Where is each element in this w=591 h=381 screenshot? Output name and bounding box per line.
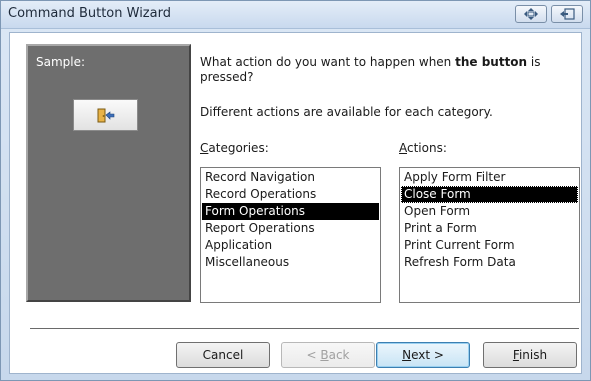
category-item[interactable]: Miscellaneous (202, 254, 379, 271)
action-item[interactable]: Print Current Form (401, 237, 578, 254)
actions-list[interactable]: Apply Form Filter Close Form Open Form P… (399, 167, 580, 303)
sample-button-preview (73, 99, 138, 131)
actions-label-rest: ctions: (407, 141, 447, 155)
wizard-window: Command Button Wizard Sample: What actio… (0, 0, 591, 381)
back-button-rest: ack (328, 348, 350, 362)
action-item[interactable]: Apply Form Filter (401, 169, 578, 186)
next-button-rest: ext > (411, 348, 444, 362)
sample-label: Sample: (36, 55, 86, 69)
button-separator (30, 328, 579, 329)
next-button[interactable]: Next > (376, 342, 470, 368)
category-item[interactable]: Record Operations (202, 186, 379, 203)
move-resize-icon (524, 8, 538, 20)
door-exit-icon (97, 108, 115, 123)
actions-label-key: A (399, 141, 407, 155)
prompt-text-start: What action do you want to happen when (200, 55, 456, 69)
prompt-text-bold: the button (455, 55, 528, 69)
cancel-button[interactable]: Cancel (176, 342, 270, 368)
action-item[interactable]: Refresh Form Data (401, 254, 578, 271)
actions-label: Actions: (399, 141, 447, 155)
back-button[interactable]: < Back (281, 342, 375, 368)
sample-panel: Sample: (26, 44, 191, 302)
wizard-client-area: Sample: What action do you want to happe… (9, 32, 582, 374)
resize-button[interactable] (515, 5, 547, 23)
action-item-selected[interactable]: Close Form (401, 186, 578, 203)
wizard-prompt: What action do you want to happen when t… (200, 55, 550, 85)
back-button-key: B (320, 348, 329, 362)
exit-button[interactable] (551, 5, 583, 23)
window-title: Command Button Wizard (8, 6, 171, 21)
category-item[interactable]: Application (202, 237, 379, 254)
exit-icon (560, 8, 575, 20)
category-item-selected[interactable]: Form Operations (202, 203, 379, 220)
title-bar[interactable]: Command Button Wizard (1, 1, 590, 29)
action-item[interactable]: Open Form (401, 203, 578, 220)
back-button-pre: < (306, 348, 321, 362)
categories-list[interactable]: Record Navigation Record Operations Form… (200, 167, 381, 303)
wizard-subtext: Different actions are available for each… (200, 105, 493, 119)
finish-button-rest: inish (518, 348, 548, 362)
cancel-button-label: Cancel (202, 348, 244, 362)
category-item[interactable]: Report Operations (202, 220, 379, 237)
action-item[interactable]: Print a Form (401, 220, 578, 237)
categories-label-rest: ategories: (208, 141, 269, 155)
category-item[interactable]: Record Navigation (202, 169, 379, 186)
finish-button[interactable]: Finish (483, 342, 577, 368)
categories-label: Categories: (200, 141, 269, 155)
next-button-key: N (402, 348, 412, 362)
